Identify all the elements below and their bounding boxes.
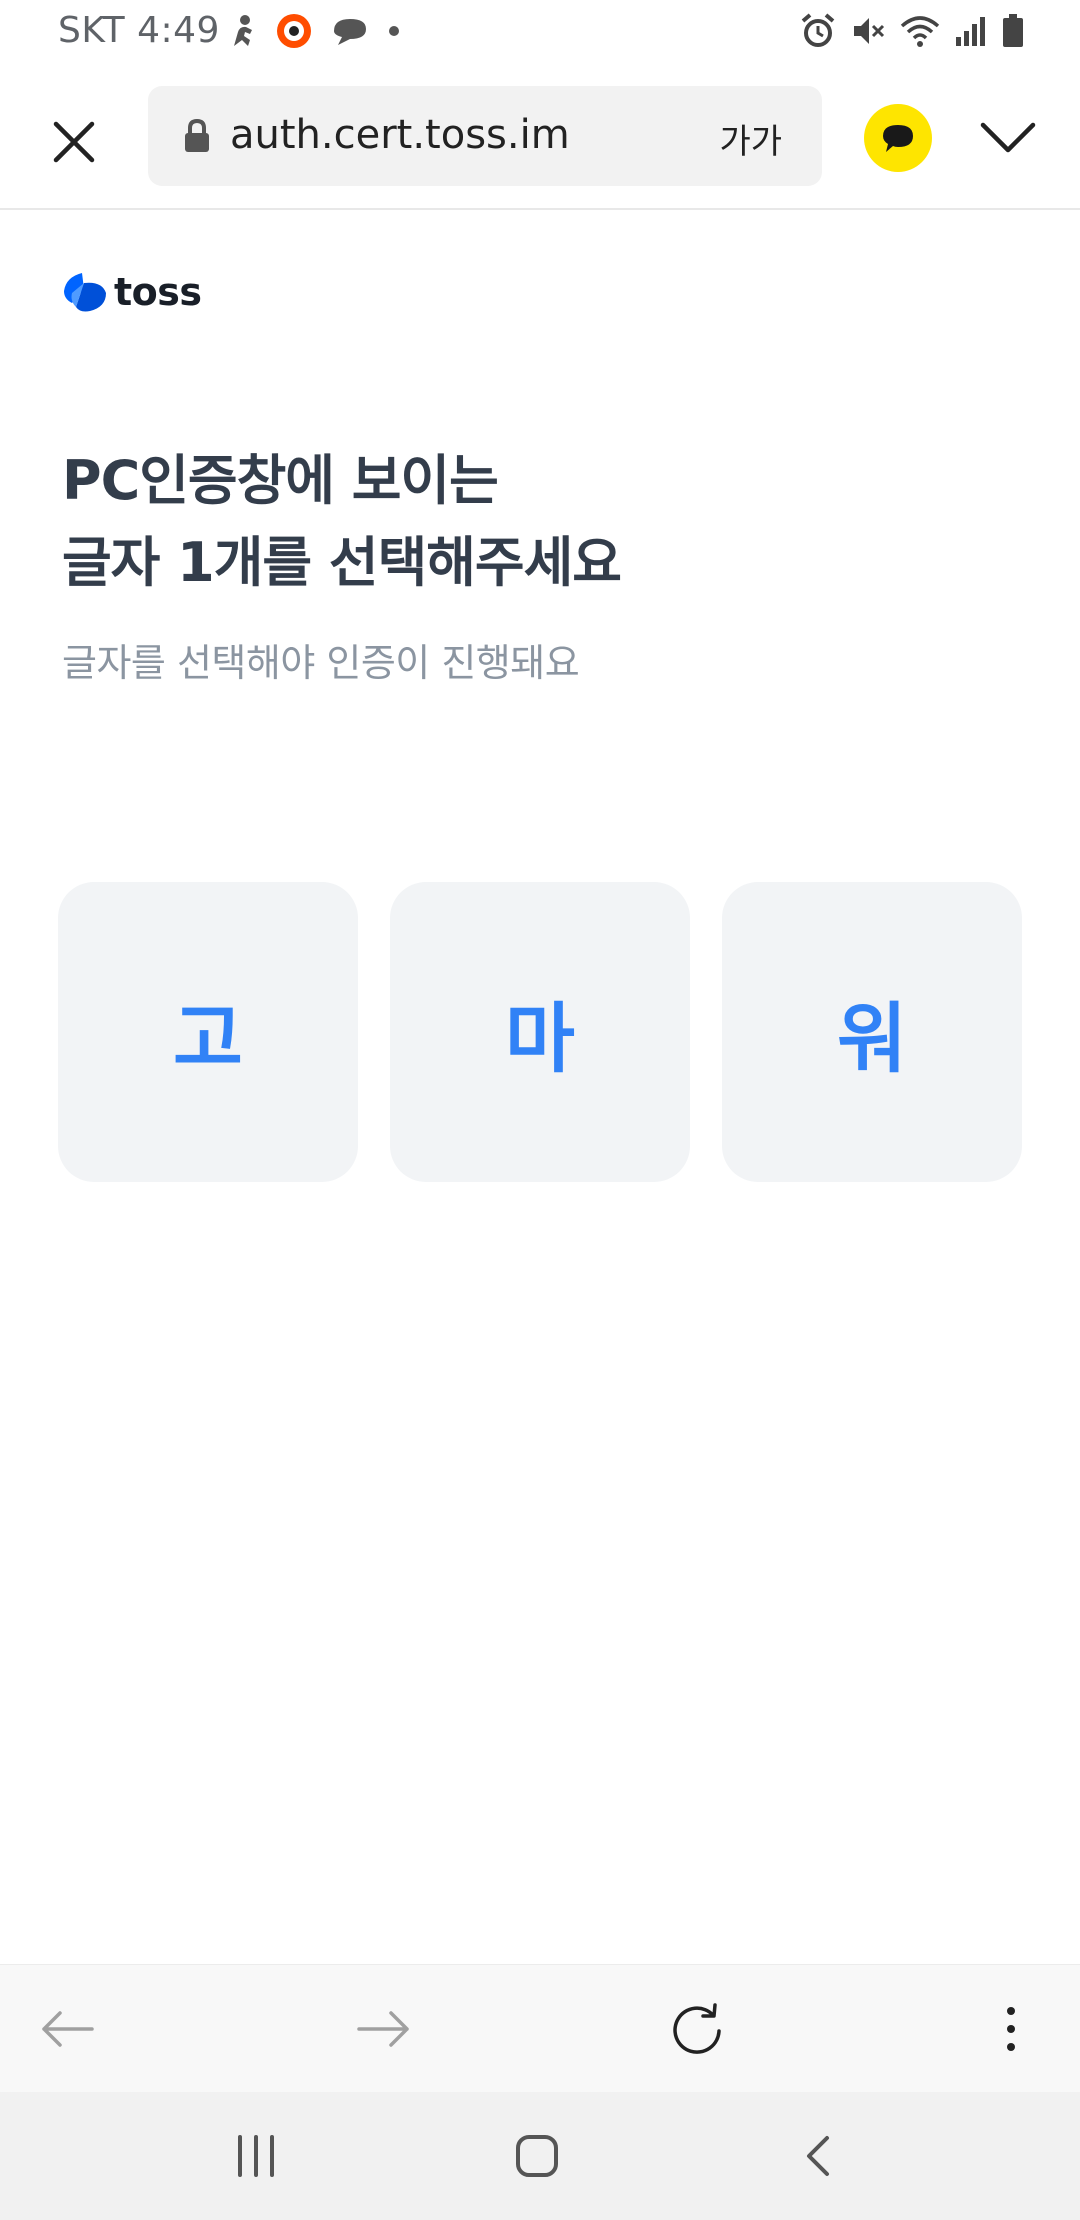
title-line-2: 글자 1개를 선택해주세요 [62, 531, 622, 594]
toss-logo-text: toss [114, 270, 202, 314]
reload-button[interactable] [663, 1995, 731, 2063]
back-arrow-icon [42, 2011, 94, 2047]
nav-back-button[interactable] [782, 2128, 854, 2184]
signal-icon [956, 17, 985, 46]
recent-apps-icon [238, 2135, 274, 2177]
title-line-1: PC인증창에 보이는 [62, 449, 499, 512]
choice-button-2[interactable]: 마 [390, 882, 690, 1182]
status-bar: SKT 4:49 [0, 0, 1080, 64]
home-button[interactable] [501, 2128, 573, 2184]
back-button[interactable] [34, 1995, 102, 2063]
more-button[interactable] [977, 1995, 1045, 2063]
close-button[interactable] [40, 108, 108, 176]
wifi-icon [900, 16, 940, 47]
choice-button-1[interactable]: 고 [58, 882, 358, 1182]
url-text: auth.cert.toss.im [230, 112, 570, 158]
dropdown-button[interactable] [972, 106, 1044, 170]
alarm-icon [801, 13, 835, 47]
text-size-button[interactable]: 가가 [719, 114, 782, 163]
lock-icon [185, 118, 209, 152]
recent-apps-button[interactable] [220, 2128, 292, 2184]
chevron-down-icon [980, 122, 1036, 153]
toss-logo-icon [64, 273, 106, 312]
record-icon [277, 14, 311, 48]
forward-arrow-icon [357, 2011, 409, 2047]
android-nav-bar [0, 2092, 1080, 2220]
back-icon [807, 2136, 829, 2176]
mute-icon [854, 18, 885, 44]
character-choices: 고 마 워 [58, 882, 1022, 1182]
chat-bubble-icon [334, 19, 366, 45]
forward-button[interactable] [349, 1995, 417, 2063]
choice-button-3[interactable]: 워 [722, 882, 1022, 1182]
toss-logo: toss [62, 270, 202, 314]
more-icon [1007, 2007, 1015, 2051]
page-title: PC인증창에 보이는 글자 1개를 선택해주세요 [62, 440, 1022, 604]
reload-icon [673, 2003, 721, 2054]
status-carrier-time: SKT 4:49 [58, 10, 220, 51]
kakaotalk-button[interactable] [864, 104, 932, 172]
page-subtitle: 글자를 선택해야 인증이 진행돼요 [62, 641, 580, 685]
status-right-icons [800, 10, 1024, 52]
dot-icon [389, 26, 399, 36]
close-icon [53, 121, 95, 163]
url-bar[interactable]: auth.cert.toss.im 가가 [148, 86, 822, 186]
home-icon [516, 2135, 558, 2177]
figure-icon [234, 15, 252, 46]
status-left-icons [228, 10, 400, 52]
browser-bottom-toolbar [0, 1964, 1080, 2093]
talk-bubble-icon [883, 125, 913, 152]
browser-top-bar: auth.cert.toss.im 가가 [0, 64, 1080, 210]
battery-icon [1003, 14, 1023, 47]
